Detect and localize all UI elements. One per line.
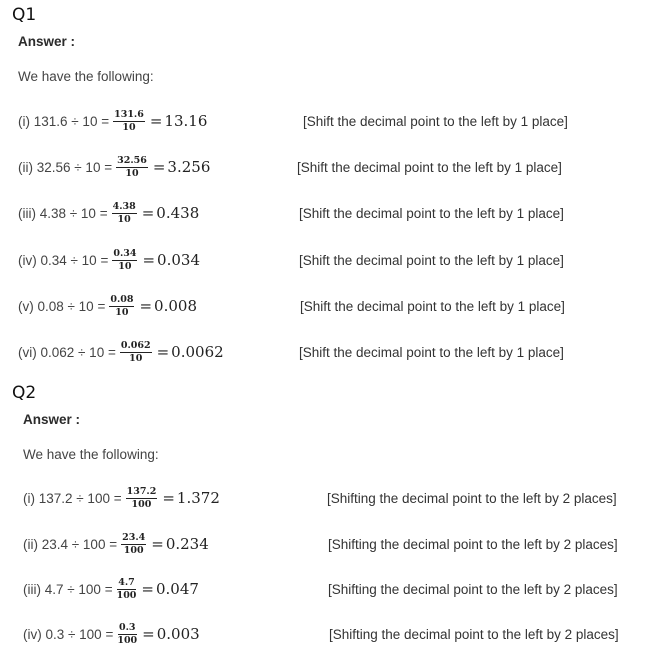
q1-row-vi: (vi) 0.062 ÷ 10 = 0.062 10 = 0.0062 [Shift t… <box>0 340 645 364</box>
expression-text: (v) 0.08 ÷ 10 = <box>18 298 106 314</box>
fraction: 0.062 10 <box>119 340 152 364</box>
fraction: 137.2 100 <box>125 486 158 510</box>
fraction: 131.6 10 <box>113 109 145 133</box>
q1-row-iv: (iv) 0.34 ÷ 10 = 0.34 10 = 0.034 [Shift the … <box>0 248 645 272</box>
fraction: 0.08 10 <box>109 294 135 318</box>
result-value: 13.16 <box>164 112 208 130</box>
q2-answer-label: Answer : <box>23 412 81 427</box>
equals-sign: = <box>152 158 166 176</box>
equals-sign: = <box>142 625 155 643</box>
q1-row-ii: (ii) 32.56 ÷ 10 = 32.56 10 = 3.256 [Shift th… <box>0 155 645 179</box>
result-value: 1.372 <box>176 489 220 507</box>
q2-intro-text: We have the following: <box>23 447 159 462</box>
equals-sign: = <box>139 297 153 315</box>
equals-sign: = <box>142 251 156 269</box>
expression-text: (ii) 32.56 ÷ 10 = <box>18 159 113 175</box>
explanation-note: [Shift the decimal point to the left by … <box>299 205 564 221</box>
equals-sign: = <box>151 535 164 553</box>
expression-text: (ii) 23.4 ÷ 100 = <box>23 536 118 552</box>
fraction: 0.34 10 <box>112 248 138 272</box>
q1-answer-label: Answer : <box>18 34 76 49</box>
equals-sign: = <box>149 112 163 130</box>
explanation-note: [Shifting the decimal point to the left … <box>328 536 618 552</box>
fraction: 4.7 100 <box>116 577 137 601</box>
q2-row-iii: (iii) 4.7 ÷ 100 = 4.7 100 = 0.047 [Shifting … <box>0 577 645 601</box>
explanation-note: [Shift the decimal point to the left by … <box>299 252 564 268</box>
result-value: 0.047 <box>156 580 199 598</box>
q2-row-i: (i) 137.2 ÷ 100 = 137.2 100 = 1.372 [Shiftin… <box>0 486 645 510</box>
fraction: 0.3 100 <box>117 622 138 646</box>
result-value: 0.003 <box>156 625 200 643</box>
expression-text: (iv) 0.3 ÷ 100 = <box>23 626 114 642</box>
q2-title: Q2 <box>12 383 37 403</box>
fraction: 32.56 10 <box>116 155 148 179</box>
explanation-note: [Shift the decimal point to the left by … <box>303 113 568 129</box>
expression-text: (i) 131.6 ÷ 10 = <box>18 113 110 129</box>
expression-text: (iii) 4.38 ÷ 10 = <box>18 205 108 221</box>
q1-intro-text: We have the following: <box>18 69 154 84</box>
q1-row-iii: (iii) 4.38 ÷ 10 = 4.38 10 = 0.438 [Shift the… <box>0 201 645 225</box>
q2-row-ii: (ii) 23.4 ÷ 100 = 23.4 100 = 0.234 [Shifting… <box>0 532 645 556</box>
fraction: 23.4 100 <box>121 532 147 556</box>
explanation-note: [Shift the decimal point to the left by … <box>299 344 564 360</box>
q1-row-v: (v) 0.08 ÷ 10 = 0.08 10 = 0.008 [Shift the d… <box>0 294 645 318</box>
explanation-note: [Shifting the decimal point to the left … <box>327 490 617 506</box>
explanation-note: [Shift the decimal point to the left by … <box>300 298 565 314</box>
equals-sign: = <box>162 489 175 507</box>
expression-text: (vi) 0.062 ÷ 10 = <box>18 344 116 360</box>
explanation-note: [Shifting the decimal point to the left … <box>328 581 618 597</box>
expression-text: (i) 137.2 ÷ 100 = <box>23 490 122 506</box>
expression-text: (iv) 0.34 ÷ 10 = <box>18 252 109 268</box>
q1-title: Q1 <box>12 5 37 25</box>
equals-sign: = <box>156 343 170 361</box>
result-value: 0.234 <box>165 535 209 553</box>
explanation-note: [Shift the decimal point to the left by … <box>297 159 562 175</box>
result-value: 0.034 <box>157 251 200 269</box>
result-value: 3.256 <box>167 158 211 176</box>
result-value: 0.008 <box>154 297 197 315</box>
equals-sign: = <box>141 580 154 598</box>
fraction: 4.38 10 <box>111 201 137 225</box>
result-value: 0.438 <box>156 204 200 222</box>
q1-row-i: (i) 131.6 ÷ 10 = 131.6 10 = 13.16 [Shift the… <box>0 109 645 133</box>
explanation-note: [Shifting the decimal point to the left … <box>329 626 619 642</box>
result-value: 0.0062 <box>171 343 224 361</box>
q2-row-iv: (iv) 0.3 ÷ 100 = 0.3 100 = 0.003 [Shifting t… <box>0 622 645 646</box>
expression-text: (iii) 4.7 ÷ 100 = <box>23 581 113 597</box>
equals-sign: = <box>141 204 155 222</box>
